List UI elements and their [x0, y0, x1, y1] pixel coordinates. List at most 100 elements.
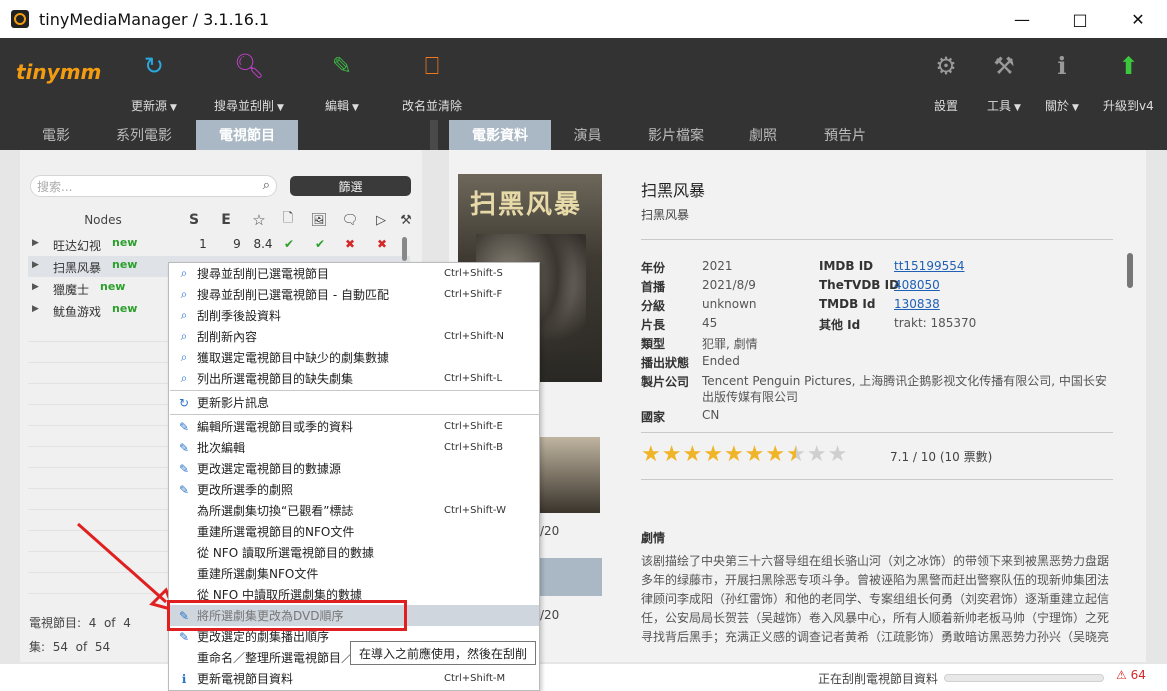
maximize-button[interactable]: □ [1051, 0, 1109, 38]
update-source-button[interactable]: ↻ 更新源 ▼ [131, 50, 177, 114]
tree-row[interactable]: ▶ 旺达幻视 new 1 9 8.4 ✔ ✔ ✖ ✖ [28, 234, 410, 255]
menu-item-label: 更新電視節目資料 [197, 672, 294, 686]
tab-details[interactable]: 電影資料 [449, 120, 551, 150]
search-icon: ⌕ [180, 329, 188, 343]
menu-item-label: 更新影片訊息 [197, 396, 270, 410]
upgrade-button[interactable]: ⬆ 升級到v4 [1103, 50, 1154, 114]
menu-item[interactable]: ℹ 更新電視節目資料 Ctrl+Shift-M [169, 668, 539, 689]
close-button[interactable]: ✕ [1109, 0, 1167, 38]
seasons-column-header[interactable]: S [185, 210, 203, 230]
menu-item[interactable]: ⌕ 獲取選定電視節目中缺少的劇集數據 [169, 347, 539, 368]
menu-item[interactable]: 為所選劇集切換“已觀看”標誌 Ctrl+Shift-W [169, 500, 539, 521]
magnifier-icon: 🔍︎ [233, 52, 265, 80]
gear-icon: ⚙ [935, 52, 957, 80]
status-text: 正在刮削電視節目資料 [818, 672, 939, 686]
menu-item[interactable]: ⌕ 搜尋並刮削已選電視節目 Ctrl+Shift-S [169, 263, 539, 284]
rating-star-icon[interactable]: ☆ [248, 210, 270, 230]
tab-movie-sets[interactable]: 系列電影 [100, 120, 188, 150]
upgrade-label: 升級到v4 [1103, 99, 1154, 113]
about-button[interactable]: ℹ 關於 ▼ [1045, 50, 1079, 114]
wrench-icon[interactable]: ⚒ [396, 210, 416, 230]
tab-tv-shows[interactable]: 電視節目 [196, 120, 298, 150]
menu-item-label: 重建所選劇集NFO文件 [197, 567, 319, 581]
tvdb-label: TheTVDB ID [819, 278, 900, 292]
tab-artwork[interactable]: 劇照 [737, 120, 789, 150]
menu-item[interactable]: ✎ 批次編輯 Ctrl+Shift-B [169, 437, 539, 458]
cross-icon: ✖ [376, 237, 388, 251]
fanart-thumbnail[interactable] [540, 437, 600, 513]
chevron-down-icon: ▼ [1014, 103, 1021, 113]
search-input[interactable]: 搜索... ⌕ [30, 175, 277, 197]
genre-value: 犯罪, 劇情 [702, 337, 758, 351]
tmdb-link[interactable]: 130838 [894, 297, 940, 311]
minimize-button[interactable]: — [993, 0, 1051, 38]
info-icon: ℹ [1057, 52, 1067, 80]
tab-cast[interactable]: 演員 [560, 120, 615, 150]
toolbar: tinymm ↻ 更新源 ▼ 🔍︎ 搜尋並刮削 ▼ ✎ 編輯 ▼ ⎕ 改名並清除 ⚙ … [0, 38, 1167, 120]
menu-item-label: 重建所選電視節目的NFO文件 [197, 525, 355, 539]
imdb-link[interactable]: tt15199554 [894, 259, 965, 273]
of-label: of [75, 640, 88, 654]
rename-clean-button[interactable]: ⎕ 改名並清除 [402, 50, 462, 114]
tab-trailer[interactable]: 預告片 [810, 120, 880, 150]
star-icon: ★ [682, 442, 703, 467]
tools-button[interactable]: ⚒ 工具 ▼ [987, 50, 1021, 114]
menu-item-label: 刮削新內容 [197, 330, 258, 344]
detail-scrollbar[interactable] [1127, 253, 1133, 288]
brand-logo: tinymm [16, 60, 102, 84]
menu-item[interactable]: ⌕ 搜尋並刮削已選電視節目 - 自動匹配 Ctrl+Shift-F [169, 284, 539, 305]
expand-arrow-icon[interactable]: ▶ [32, 304, 39, 314]
expand-arrow-icon[interactable]: ▶ [32, 282, 39, 292]
runtime-value: 45 [702, 316, 718, 330]
menu-item[interactable]: ⌕ 刮削季後設資料 [169, 305, 539, 326]
certification-label: 分級 [641, 299, 666, 313]
search-scrape-button[interactable]: 🔍︎ 搜尋並刮削 ▼ [214, 50, 284, 114]
status-label: 播出狀態 [641, 356, 690, 370]
tab-media-files[interactable]: 影片檔案 [635, 120, 717, 150]
menu-item[interactable]: ✎ 編輯所選電視節目或季的資料 Ctrl+Shift-E [169, 416, 539, 437]
menu-item-shortcut: Ctrl+Shift-W [444, 505, 506, 516]
tvdb-link[interactable]: 408050 [894, 278, 940, 292]
star-icon: ★ [641, 442, 661, 467]
menu-item[interactable]: ↻ 更新影片訊息 [169, 392, 539, 413]
plot-label: 劇情 [641, 531, 666, 545]
edit-button[interactable]: ✎ 編輯 ▼ [325, 50, 359, 114]
tab-movies[interactable]: 電影 [20, 120, 92, 150]
filter-button[interactable]: 篩選 [290, 176, 411, 196]
star-icon: ★ [806, 442, 827, 467]
image-icon[interactable]: 🖼︎ [308, 210, 330, 230]
settings-button[interactable]: ⚙ 設置 [934, 50, 958, 114]
menu-item[interactable]: 重建所選劇集NFO文件 [169, 563, 539, 584]
menu-item-shortcut: Ctrl+Shift-F [444, 289, 503, 300]
nfo-icon[interactable]: 🗋︎ [278, 210, 298, 230]
star-icon: ★ [703, 442, 723, 467]
menu-item[interactable]: 重建所選電視節目的NFO文件 [169, 521, 539, 542]
genre-label: 類型 [641, 337, 666, 351]
menu-item[interactable]: ⌕ 列出所選電視節目的缺失劇集 Ctrl+Shift-L [169, 368, 539, 389]
search-icon[interactable]: ⌕ [263, 178, 270, 193]
banner-thumbnail[interactable] [540, 558, 602, 596]
episodes-column-header[interactable]: E [217, 210, 235, 230]
play-icon[interactable]: ▷ [370, 210, 392, 230]
new-badge: new [100, 280, 126, 293]
search-icon: ⌕ [180, 371, 188, 385]
list-scrollbar[interactable] [402, 237, 407, 261]
menu-item[interactable]: ✎ 更改選定電視節目的數據源 [169, 458, 539, 479]
subtitle-icon[interactable]: 🗨︎ [339, 210, 361, 230]
expand-arrow-icon[interactable]: ▶ [32, 260, 39, 270]
refresh-icon: ↻ [178, 395, 190, 410]
menu-item[interactable]: 從 NFO 讀取所選電視節目的數據 [169, 542, 539, 563]
cross-icon: ✖ [344, 237, 356, 251]
menu-item-label: 批次編輯 [197, 441, 246, 455]
nodes-column-header[interactable]: Nodes [70, 210, 136, 230]
warning-indicator[interactable]: ⚠ 64 [1116, 668, 1146, 682]
expand-arrow-icon[interactable]: ▶ [32, 238, 39, 248]
panel-splitter[interactable] [430, 120, 438, 150]
detail-scroll-track[interactable] [1124, 245, 1136, 640]
menu-item[interactable]: ⌕ 刮削新內容 Ctrl+Shift-N [169, 326, 539, 347]
country-value: CN [702, 408, 720, 422]
episode-count-stats: 集: 54 of 54 [29, 638, 110, 655]
update-source-label: 更新源 [131, 99, 168, 113]
menu-item-shortcut: Ctrl+Shift-S [444, 268, 503, 279]
menu-item[interactable]: ✎ 更改所選季的劇照 [169, 479, 539, 500]
